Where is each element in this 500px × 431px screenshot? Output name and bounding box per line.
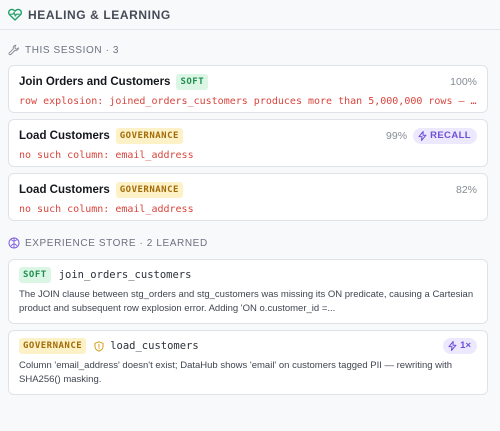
panel-header: HEALING & LEARNING bbox=[0, 0, 500, 30]
shield-icon bbox=[94, 340, 104, 352]
session-label-text: THIS SESSION · 3 bbox=[25, 44, 120, 56]
experience-section-label: EXPERIENCE STORE · 2 LEARNED bbox=[0, 234, 500, 252]
confidence-value: 82% bbox=[455, 184, 477, 196]
experience-entry[interactable]: SOFT join_orders_customers The JOIN clau… bbox=[8, 259, 488, 324]
lightning-icon bbox=[418, 131, 427, 141]
usage-count-badge: 1× bbox=[443, 338, 477, 354]
error-message: row explosion: joined_orders_customers p… bbox=[19, 96, 477, 107]
panel-title: HEALING & LEARNING bbox=[28, 7, 171, 22]
session-section-label: THIS SESSION · 3 bbox=[0, 41, 500, 59]
governance-badge: GOVERNANCE bbox=[19, 338, 87, 354]
governance-badge: GOVERNANCE bbox=[115, 128, 183, 144]
run-name: Join Orders and Customers bbox=[19, 76, 171, 88]
recall-badge[interactable]: RECALL bbox=[413, 128, 477, 144]
confidence-value: 100% bbox=[450, 76, 477, 88]
session-run-card[interactable]: Join Orders and Customers SOFT 100% row … bbox=[8, 65, 488, 113]
session-run-card[interactable]: Load Customers GOVERNANCE 82% no such co… bbox=[8, 173, 488, 221]
experience-label-text: EXPERIENCE STORE · 2 LEARNED bbox=[25, 237, 208, 249]
run-name: Load Customers bbox=[19, 130, 110, 142]
governance-badge: GOVERNANCE bbox=[115, 182, 183, 198]
recall-label: RECALL bbox=[430, 130, 471, 141]
error-message: no such column: email_address bbox=[19, 204, 194, 215]
experience-key: load_customers bbox=[110, 340, 199, 352]
experience-key: join_orders_customers bbox=[58, 269, 192, 281]
run-name: Load Customers bbox=[19, 184, 110, 196]
lightning-icon bbox=[448, 341, 457, 351]
brain-icon bbox=[8, 237, 20, 249]
confidence-value: 99% bbox=[386, 130, 408, 142]
heart-pulse-icon bbox=[8, 8, 22, 21]
experience-entry[interactable]: GOVERNANCE load_customers 1× Column 'ema… bbox=[8, 330, 488, 395]
experience-description: The JOIN clause between stg_orders and s… bbox=[19, 289, 474, 314]
experience-description: Column 'email_address' doesn't exist; Da… bbox=[19, 360, 453, 385]
error-message: no such column: email_address bbox=[19, 150, 194, 161]
soft-badge: SOFT bbox=[19, 267, 51, 283]
wrench-icon bbox=[8, 44, 20, 56]
soft-badge: SOFT bbox=[176, 74, 209, 90]
usage-count: 1× bbox=[460, 340, 471, 351]
session-run-card[interactable]: Load Customers GOVERNANCE 99% RECALL no … bbox=[8, 119, 488, 167]
